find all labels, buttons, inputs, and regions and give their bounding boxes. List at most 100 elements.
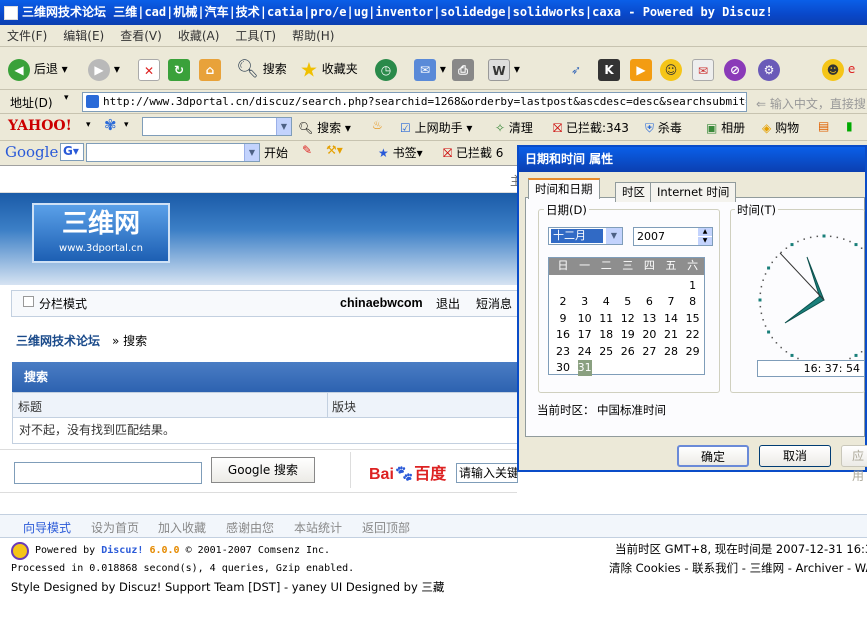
tab-timezone[interactable]: 时区 <box>615 182 652 202</box>
shopping-button[interactable]: ◈ 购物 <box>762 119 799 136</box>
calendar-day[interactable]: 28 <box>661 344 681 360</box>
compass-button[interactable]: ⊘ <box>724 56 746 82</box>
split-mode-checkbox[interactable] <box>23 296 34 307</box>
menu-help[interactable]: 帮助(H) <box>285 25 343 47</box>
google-g-icon[interactable]: G▾ <box>60 143 84 161</box>
google-site-search-input[interactable] <box>14 462 202 484</box>
back-to-top-link[interactable]: 返回顶部 <box>362 519 410 536</box>
menu-view[interactable]: 查看(V) <box>113 25 171 47</box>
google-logo[interactable]: Google <box>5 143 58 161</box>
calendar-day[interactable]: 21 <box>661 327 681 343</box>
yahoo-dropdown-arrow[interactable]: ▾ <box>86 120 91 130</box>
calendar-day[interactable]: 16 <box>553 327 573 343</box>
calendar-day[interactable]: 15 <box>683 311 703 327</box>
calendar-day[interactable]: 24 <box>575 344 595 360</box>
yahoo-search-button[interactable]: 🔍︎ 搜索 ▾ <box>298 119 351 136</box>
search-button[interactable]: 🔍︎ 搜索 <box>236 56 287 82</box>
qq-button[interactable]: ☻ e <box>822 56 855 82</box>
album-button[interactable]: ▣ 相册 <box>706 119 745 136</box>
month-select[interactable]: 十二月 ▼ <box>548 227 623 245</box>
username[interactable]: chinaebwcom <box>340 296 423 310</box>
calendar-day[interactable]: 23 <box>553 344 573 360</box>
address-dropdown-arrow[interactable]: ▾ <box>64 93 69 103</box>
mail-button[interactable]: ✉ ▾ <box>414 56 446 82</box>
flower-icon[interactable]: ✾ <box>104 116 117 134</box>
back-button[interactable]: ◀ 后退 ▾ <box>8 56 68 82</box>
calendar-day[interactable]: 4 <box>596 294 616 310</box>
time-input[interactable]: 16: 37: 54 <box>757 360 865 377</box>
calendar-day[interactable]: 19 <box>618 327 638 343</box>
calendar-day[interactable]: 27 <box>639 344 659 360</box>
favorites-button[interactable]: ★ 收藏夹 <box>300 56 358 82</box>
lock-icon[interactable]: ▮ <box>846 119 853 133</box>
calendar-day[interactable]: 29 <box>683 344 703 360</box>
calendar-day[interactable]: 30 <box>553 360 573 376</box>
calendar-day[interactable]: 17 <box>575 327 595 343</box>
discuz-link[interactable]: Discuz! <box>101 545 143 556</box>
media-button[interactable]: ▶ <box>630 56 652 82</box>
menu-tools[interactable]: 工具(T) <box>228 25 285 47</box>
calendar-day[interactable]: 31 <box>577 360 592 376</box>
calendar-day[interactable]: 22 <box>683 327 703 343</box>
year-up-arrow[interactable]: ▲ <box>698 228 712 236</box>
menu-edit[interactable]: 编辑(E) <box>56 25 113 47</box>
menu-favorites[interactable]: 收藏(A) <box>171 25 229 47</box>
yahoo-search-input[interactable]: ▼ <box>142 117 292 136</box>
calendar-day[interactable]: 5 <box>618 294 638 310</box>
baidu-search-input[interactable]: 请输入关键字 <box>456 463 518 483</box>
print-button[interactable]: ⎙ <box>452 56 474 82</box>
calendar-day[interactable]: 25 <box>596 344 616 360</box>
refresh-button[interactable]: ↻ <box>168 56 190 82</box>
tab-date-time[interactable]: 时间和日期 <box>528 178 600 199</box>
stop-button[interactable]: ✕ <box>138 56 160 82</box>
fire-icon[interactable]: ♨ <box>372 118 383 132</box>
year-down-arrow[interactable]: ▼ <box>698 237 712 245</box>
calendar-day[interactable]: 6 <box>639 294 659 310</box>
breadcrumb-home[interactable]: 三维网技术论坛 <box>16 332 100 349</box>
blocked-popups-button[interactable]: ⛝ 已拦截:343 <box>553 119 629 136</box>
bookmarks-button[interactable]: ★ 书签▾ <box>378 144 423 161</box>
rss-icon[interactable]: ▤ <box>818 119 829 133</box>
address-hint[interactable]: ⇐ 输入中文，直接搜 <box>756 95 866 112</box>
history-button[interactable]: ◷ <box>375 56 397 82</box>
edit-button[interactable]: W ▾ <box>488 56 520 82</box>
menu-file[interactable]: 文件(F) <box>0 25 56 47</box>
calendar-day[interactable]: 20 <box>639 327 659 343</box>
thanks-link[interactable]: 感谢由您 <box>226 519 274 536</box>
gear-button[interactable]: ⚙ <box>758 56 780 82</box>
calendar-day[interactable]: 26 <box>618 344 638 360</box>
month-dropdown-arrow[interactable]: ▼ <box>606 228 622 244</box>
calendar-day[interactable]: 7 <box>661 294 681 310</box>
baidu-logo[interactable]: Bai🐾︎百度 <box>369 460 446 484</box>
yahoo-logo[interactable]: YAHOO! <box>8 118 72 134</box>
guide-mode-link[interactable]: 向导模式 <box>23 519 71 536</box>
cancel-button[interactable]: 取消 <box>759 445 831 467</box>
split-mode-label[interactable]: 分栏模式 <box>39 295 87 312</box>
messenger-button[interactable]: ➶ <box>565 56 587 82</box>
calendar-day[interactable]: 14 <box>661 311 681 327</box>
flower-dropdown-arrow[interactable]: ▾ <box>124 120 129 130</box>
pm-link[interactable]: 短消息 <box>476 295 512 312</box>
google-history-arrow[interactable]: ▼ <box>244 144 259 161</box>
calendar-day[interactable]: 12 <box>618 311 638 327</box>
mail2-button[interactable]: ✉ <box>692 56 714 82</box>
ok-button[interactable]: 确定 <box>677 445 749 467</box>
add-favorite-link[interactable]: 加入收藏 <box>158 519 206 536</box>
tag-icon[interactable]: ✎ <box>302 143 312 157</box>
google-start-button[interactable]: 开始 <box>264 144 288 161</box>
tab-internet-time[interactable]: Internet 时间 <box>650 182 737 202</box>
set-home-link[interactable]: 设为首页 <box>91 519 139 536</box>
stats-link[interactable]: 本站统计 <box>294 519 342 536</box>
k-button[interactable]: K <box>598 56 620 82</box>
google-blocked-button[interactable]: ⛝ 已拦截 6 <box>443 144 503 161</box>
logout-link[interactable]: 退出 <box>436 295 460 312</box>
forward-button[interactable]: ▶ ▾ <box>88 56 120 82</box>
apply-button[interactable]: 应用 <box>841 445 867 483</box>
smiley-button[interactable]: ☺ <box>660 56 682 82</box>
home-button[interactable]: ⌂ <box>199 56 221 82</box>
calendar-day[interactable]: 13 <box>639 311 659 327</box>
calendar-day[interactable]: 10 <box>575 311 595 327</box>
helper-button[interactable]: ☑ 上网助手 ▾ <box>400 119 472 136</box>
google-search-input[interactable]: ▼ <box>86 143 260 162</box>
options-icon[interactable]: ⚒▾ <box>326 143 343 157</box>
